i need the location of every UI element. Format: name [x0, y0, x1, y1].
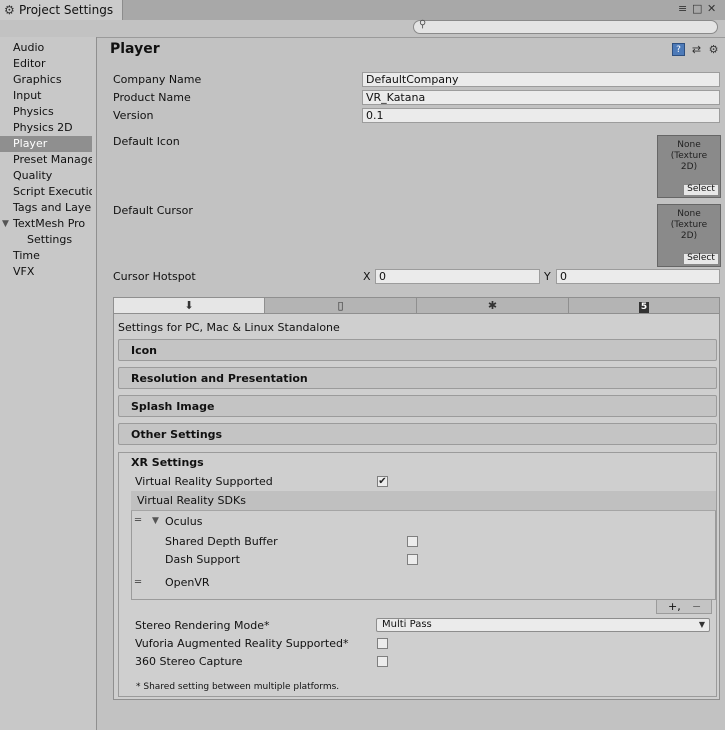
sidebar-item-vfx[interactable]: VFX [0, 264, 92, 280]
hotspot-y-field[interactable]: 0 [556, 269, 720, 284]
download-icon: ⬇ [184, 299, 194, 312]
stereo-rendering-value: Multi Pass [382, 619, 432, 630]
sidebar-item-time[interactable]: Time [0, 248, 92, 264]
help-icon[interactable]: ? [672, 43, 685, 56]
sidebar-item-physics[interactable]: Physics [0, 104, 92, 120]
hotspot-y-label: Y [544, 270, 551, 283]
sidebar-item-preset-manager[interactable]: Preset Manager [0, 152, 92, 168]
section-icon[interactable]: Icon [118, 339, 717, 361]
shared-depth-label: Shared Depth Buffer [165, 535, 278, 548]
sdk-list-footer: +, − [656, 600, 712, 614]
maximize-icon[interactable]: □ [692, 2, 702, 15]
section-resolution[interactable]: Resolution and Presentation [118, 367, 717, 389]
shared-depth-checkbox[interactable] [407, 536, 418, 547]
expand-triangle-icon[interactable]: ▼ [2, 216, 9, 232]
mobile-icon: ▯ [337, 299, 344, 312]
sidebar-item-label: TextMesh Pro [13, 217, 86, 230]
close-icon[interactable]: ✕ [707, 2, 716, 15]
texture-placeholder: None (Texture 2D) [670, 140, 708, 172]
html5-icon: 5 [639, 302, 649, 313]
search-icon: ⚲ [419, 19, 427, 30]
settings-gear-icon: ⚙ [4, 3, 15, 17]
vuforia-checkbox[interactable] [377, 638, 388, 649]
sidebar-item-textmesh-settings[interactable]: Settings [0, 232, 92, 248]
default-cursor-label: Default Cursor [113, 204, 193, 217]
default-icon-select-button[interactable]: Select [683, 184, 719, 196]
sidebar-item-graphics[interactable]: Graphics [0, 72, 92, 88]
remove-sdk-button[interactable]: − [692, 600, 701, 613]
tab-ios[interactable]: ▯ [264, 297, 417, 314]
add-sdk-button[interactable]: +, [668, 600, 681, 613]
android-icon: ✱ [487, 299, 498, 312]
stereo-rendering-select[interactable]: Multi Pass ▼ [376, 618, 710, 632]
company-name-label: Company Name [113, 73, 202, 86]
version-label: Version [113, 109, 154, 122]
expand-triangle-icon[interactable]: ▼ [152, 516, 159, 526]
vuforia-label: Vuforia Augmented Reality Supported* [135, 637, 349, 650]
dash-support-label: Dash Support [165, 553, 240, 566]
search-input[interactable]: ⚲ [413, 19, 718, 34]
cursor-hotspot-label: Cursor Hotspot [113, 270, 196, 283]
sidebar-item-tags-and-layers[interactable]: Tags and Layers [0, 200, 92, 216]
sidebar-item-textmesh-pro[interactable]: ▼ TextMesh Pro [0, 216, 92, 232]
window-menu-icon[interactable]: ≡ [678, 2, 687, 15]
preset-icon[interactable]: ⇄ [690, 43, 703, 56]
dropdown-arrow-icon: ▼ [698, 620, 705, 629]
version-field[interactable]: 0.1 [362, 108, 720, 123]
default-icon-slot[interactable]: None (Texture 2D) Select [657, 135, 721, 198]
tab-android[interactable]: ✱ [416, 297, 569, 314]
default-cursor-slot[interactable]: None (Texture 2D) Select [657, 204, 721, 267]
footnote: * Shared setting between multiple platfo… [136, 682, 340, 692]
sidebar-item-physics-2d[interactable]: Physics 2D [0, 120, 92, 136]
sidebar-item-editor[interactable]: Editor [0, 56, 92, 72]
sidebar-item-player[interactable]: Player [0, 136, 92, 152]
dash-support-checkbox[interactable] [407, 554, 418, 565]
gear-icon[interactable]: ⚙ [707, 43, 720, 56]
default-icon-label: Default Icon [113, 135, 180, 148]
openvr-label[interactable]: OpenVR [165, 576, 210, 589]
section-splash-image[interactable]: Splash Image [118, 395, 717, 417]
vr-supported-checkbox[interactable]: ✔ [377, 476, 388, 487]
tab-standalone[interactable]: ⬇ [113, 297, 265, 314]
xr-settings-title[interactable]: XR Settings [131, 456, 204, 469]
vr-supported-label: Virtual Reality Supported [135, 475, 273, 488]
hotspot-x-field[interactable]: 0 [375, 269, 540, 284]
company-name-field[interactable]: DefaultCompany [362, 72, 720, 87]
sidebar-item-audio[interactable]: Audio [0, 40, 92, 56]
sidebar-item-script-execution-order[interactable]: Script Execution Order [0, 184, 92, 200]
default-cursor-select-button[interactable]: Select [683, 253, 719, 265]
oculus-label[interactable]: Oculus [165, 515, 202, 528]
page-title: Player [110, 41, 160, 57]
tab-webgl[interactable]: 5 [568, 297, 720, 314]
sidebar-item-input[interactable]: Input [0, 88, 92, 104]
window-title: Project Settings [19, 3, 114, 17]
sidebar-item-quality[interactable]: Quality [0, 168, 92, 184]
section-other-settings[interactable]: Other Settings [118, 423, 717, 445]
product-name-field[interactable]: VR_Katana [362, 90, 720, 105]
drag-handle-icon[interactable]: ═ [135, 515, 141, 526]
sidebar: Audio Editor Graphics Input Physics Phys… [0, 37, 97, 730]
stereo-360-label: 360 Stereo Capture [135, 655, 243, 668]
product-name-label: Product Name [113, 91, 191, 104]
window-tab[interactable]: ⚙ Project Settings [0, 0, 123, 20]
platform-tabs: ⬇ ▯ ✱ 5 [113, 297, 720, 314]
texture-placeholder: None (Texture 2D) [670, 209, 708, 241]
hotspot-x-label: X [363, 270, 371, 283]
drag-handle-icon[interactable]: ═ [135, 577, 141, 588]
settings-for-label: Settings for PC, Mac & Linux Standalone [118, 321, 340, 334]
check-icon: ✔ [378, 476, 387, 487]
stereo-360-checkbox[interactable] [377, 656, 388, 667]
vr-sdks-label: Virtual Reality SDKs [137, 494, 246, 507]
stereo-rendering-label: Stereo Rendering Mode* [135, 619, 270, 632]
